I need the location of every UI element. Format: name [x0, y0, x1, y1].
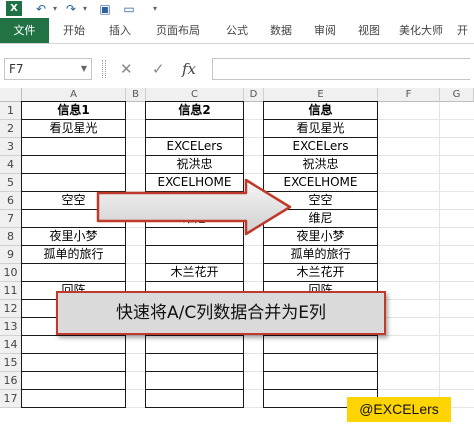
tab-insert[interactable]: 插入: [99, 18, 141, 43]
cell-a17[interactable]: [22, 390, 126, 408]
cell-a9[interactable]: 孤单的旅行: [22, 246, 126, 264]
row-header-8[interactable]: 8: [0, 228, 22, 246]
row-header-1[interactable]: 1: [0, 102, 22, 120]
column-header-f[interactable]: F: [378, 88, 440, 102]
cell-e16[interactable]: [264, 372, 378, 390]
cell-e4[interactable]: 祝洪忠: [264, 156, 378, 174]
row-header-2[interactable]: 2: [0, 120, 22, 138]
cancel-icon[interactable]: ✕: [120, 58, 133, 80]
name-box[interactable]: F7 ▼: [4, 58, 92, 80]
cell-a1[interactable]: 信息1: [22, 102, 126, 120]
cell-e14[interactable]: [264, 336, 378, 354]
formula-bar-grip[interactable]: [102, 60, 106, 78]
cell-c17[interactable]: [146, 390, 244, 408]
formula-buttons: ✕ ✓ fx: [110, 58, 210, 80]
row-header-6[interactable]: 6: [0, 192, 22, 210]
customize-toolbar-icon[interactable]: ▾: [148, 2, 162, 16]
caption-banner: 快速将A/C列数据合并为E列: [56, 291, 386, 335]
tab-page-layout[interactable]: 页面布局: [141, 18, 215, 43]
cell-c9[interactable]: [146, 246, 244, 264]
row-header-15[interactable]: 15: [0, 354, 22, 372]
row-header-17[interactable]: 17: [0, 390, 22, 408]
cell-c15[interactable]: [146, 354, 244, 372]
tab-developer[interactable]: 开: [451, 18, 474, 43]
row-header-9[interactable]: 9: [0, 246, 22, 264]
cell-a16[interactable]: [22, 372, 126, 390]
row-header-12[interactable]: 12: [0, 300, 22, 318]
column-header-g[interactable]: G: [440, 88, 474, 102]
cell-a10[interactable]: [22, 264, 126, 282]
row-header-13[interactable]: 13: [0, 318, 22, 336]
row-header-3[interactable]: 3: [0, 138, 22, 156]
undo-icon[interactable]: ↶: [34, 2, 48, 16]
gridline: [439, 102, 440, 408]
cell-c4[interactable]: 祝洪忠: [146, 156, 244, 174]
column-header-c[interactable]: C: [146, 88, 244, 102]
tab-data[interactable]: 数据: [259, 18, 303, 43]
cell-c14[interactable]: [146, 336, 244, 354]
cell-a15[interactable]: [22, 354, 126, 372]
quick-access-toolbar: X ↶ ▾ ↷ ▾ ▣ ▭ ▾: [0, 0, 474, 18]
ribbon-tabs: 文件 开始 插入 页面布局 公式 数据 审阅 视图 美化大师 开: [0, 18, 474, 44]
cell-c16[interactable]: [146, 372, 244, 390]
insert-function-icon[interactable]: fx: [182, 58, 196, 80]
cell-c1[interactable]: 信息2: [146, 102, 244, 120]
tab-formulas[interactable]: 公式: [215, 18, 259, 43]
cell-e3[interactable]: EXCELers: [264, 138, 378, 156]
cell-e2[interactable]: 看见星光: [264, 120, 378, 138]
cell-a14[interactable]: [22, 336, 126, 354]
select-all-corner[interactable]: [0, 88, 22, 102]
enter-icon[interactable]: ✓: [152, 58, 165, 80]
watermark-badge: @EXCELers: [347, 397, 451, 422]
arrow-right-icon: [96, 178, 292, 236]
cell-c2[interactable]: [146, 120, 244, 138]
redo-icon[interactable]: ↷: [64, 2, 78, 16]
column-header-b[interactable]: B: [126, 88, 146, 102]
excel-logo: X: [6, 1, 22, 16]
tab-view[interactable]: 视图: [347, 18, 391, 43]
row-header-10[interactable]: 10: [0, 264, 22, 282]
cell-e15[interactable]: [264, 354, 378, 372]
redo-dropdown-icon[interactable]: ▾: [78, 2, 92, 16]
column-header-e[interactable]: E: [264, 88, 378, 102]
row-header-4[interactable]: 4: [0, 156, 22, 174]
cell-c10[interactable]: 木兰花开: [146, 264, 244, 282]
row-header-7[interactable]: 7: [0, 210, 22, 228]
worksheet-grid[interactable]: A B C D E F G 1 2 3 4 5 6 7 8 9 10 11 12 13 14 15 16 17 信息1 看见星光空…: [0, 88, 474, 424]
row-header-16[interactable]: 16: [0, 372, 22, 390]
tab-file[interactable]: 文件: [0, 18, 49, 43]
formula-bar: F7 ▼ ✕ ✓ fx: [0, 52, 474, 84]
tab-review[interactable]: 审阅: [303, 18, 347, 43]
chevron-down-icon[interactable]: ▼: [81, 59, 87, 79]
row-header-5[interactable]: 5: [0, 174, 22, 192]
tab-beautify-master[interactable]: 美化大师: [391, 18, 451, 43]
cell-c3[interactable]: EXCELers: [146, 138, 244, 156]
excel-window: X ↶ ▾ ↷ ▾ ▣ ▭ ▾ 文件 开始 插入 页面布局 公式 数据 审阅 视…: [0, 0, 474, 424]
row-header-14[interactable]: 14: [0, 336, 22, 354]
cell-a4[interactable]: [22, 156, 126, 174]
undo-dropdown-icon[interactable]: ▾: [48, 2, 62, 16]
print-icon[interactable]: ▭: [122, 2, 136, 16]
cell-e1[interactable]: 信息: [264, 102, 378, 120]
cell-a3[interactable]: [22, 138, 126, 156]
cell-e9[interactable]: 孤单的旅行: [264, 246, 378, 264]
column-header-a[interactable]: A: [22, 88, 126, 102]
cell-a2[interactable]: 看见星光: [22, 120, 126, 138]
row-header-11[interactable]: 11: [0, 282, 22, 300]
tab-home[interactable]: 开始: [49, 18, 99, 43]
name-box-value: F7: [9, 62, 24, 76]
column-header-d[interactable]: D: [244, 88, 264, 102]
cell-e10[interactable]: 木兰花开: [264, 264, 378, 282]
formula-input[interactable]: [212, 58, 470, 80]
save-icon[interactable]: ▣: [98, 2, 112, 16]
